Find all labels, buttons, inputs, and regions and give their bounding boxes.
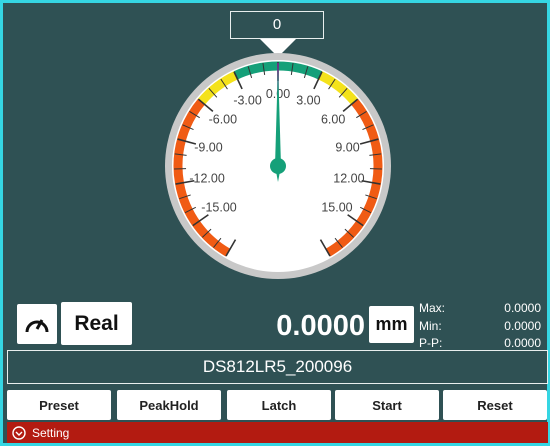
gauge-tick-label: 6.00: [321, 113, 345, 127]
gauge-tick-label: -15.00: [201, 200, 236, 214]
reset-button[interactable]: Reset: [443, 390, 547, 420]
stat-min-label: Min:: [419, 319, 442, 333]
stat-max-label: Max:: [419, 301, 446, 315]
device-name: DS812LR5_200096: [7, 350, 548, 384]
mode-button[interactable]: Real: [61, 302, 132, 345]
stat-max-value: 0.0000: [504, 301, 541, 315]
gauge-needle-hub: [270, 158, 286, 174]
gauge-tick-label: 15.00: [321, 200, 352, 214]
stat-pp-label: P-P:: [419, 336, 443, 350]
gauge-tick-label: 12.00: [333, 172, 364, 186]
start-button[interactable]: Start: [335, 390, 439, 420]
preset-button[interactable]: Preset: [7, 390, 111, 420]
speedometer-icon: [25, 319, 49, 333]
gauge-tick-label: -3.00: [233, 94, 262, 108]
app-window: 0 -15.00-12.00-9.00-6.00-3.000.003.006.0…: [0, 0, 550, 446]
gauge-view-button[interactable]: [17, 304, 57, 344]
chevron-down-circle-icon: [12, 425, 26, 440]
gauge-tick-label: -12.00: [189, 172, 224, 186]
unit-button[interactable]: mm: [369, 306, 414, 343]
stat-min-value: 0.0000: [504, 319, 541, 333]
stat-pp-value: 0.0000: [504, 336, 541, 350]
pointer-value-display: 0: [230, 11, 324, 39]
dial-gauge: -15.00-12.00-9.00-6.00-3.000.003.006.009…: [165, 53, 391, 279]
setting-bar[interactable]: Setting: [7, 422, 548, 443]
current-reading: 0.0000: [276, 310, 365, 342]
gauge-tick-label: -9.00: [194, 140, 223, 154]
latch-button[interactable]: Latch: [227, 390, 331, 420]
gauge-tick-label: 9.00: [335, 140, 359, 154]
setting-label: Setting: [32, 425, 70, 440]
gauge-tick-label: -6.00: [209, 113, 238, 127]
gauge-tick-label: 3.00: [296, 94, 320, 108]
peakhold-button[interactable]: PeakHold: [117, 390, 221, 420]
